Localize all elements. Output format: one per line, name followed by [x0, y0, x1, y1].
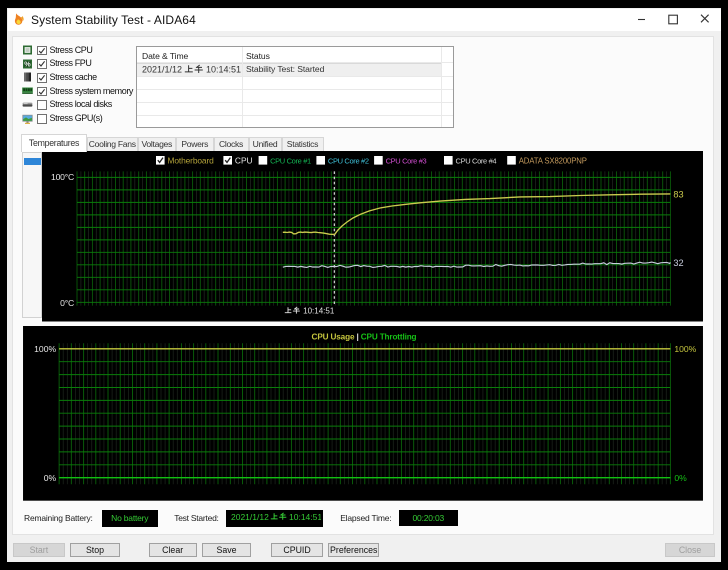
svg-text:0%: 0%	[44, 473, 57, 483]
svg-text:CPU Core #3: CPU Core #3	[386, 156, 427, 165]
svg-text:CPU Usage | CPU Throttling: CPU Usage | CPU Throttling	[312, 333, 417, 342]
svg-text:2021/1/12: 2021/1/12	[231, 512, 269, 522]
svg-text:83: 83	[673, 190, 683, 200]
svg-text:CPU Core #1: CPU Core #1	[270, 156, 311, 165]
svg-text:32: 32	[673, 258, 683, 268]
svg-text:10:14:51: 10:14:51	[206, 65, 241, 75]
svg-text:0°C: 0°C	[60, 298, 74, 308]
svg-text:%: %	[24, 59, 31, 68]
svg-text:CPU Core #2: CPU Core #2	[328, 156, 369, 165]
svg-text:100°C: 100°C	[51, 172, 74, 182]
svg-text:ADATA SX8200PNP: ADATA SX8200PNP	[519, 156, 587, 165]
svg-text:100%: 100%	[674, 344, 696, 354]
svg-text:10:14:51: 10:14:51	[289, 512, 321, 522]
svg-text:0%: 0%	[674, 473, 687, 483]
svg-text:10:14:51: 10:14:51	[303, 307, 335, 316]
svg-text:2021/1/12: 2021/1/12	[142, 65, 182, 75]
svg-text:CPU Core #4: CPU Core #4	[456, 156, 497, 165]
svg-text:CPU: CPU	[235, 155, 253, 165]
svg-text:Motherboard: Motherboard	[168, 155, 215, 165]
svg-text:100%: 100%	[34, 344, 56, 354]
